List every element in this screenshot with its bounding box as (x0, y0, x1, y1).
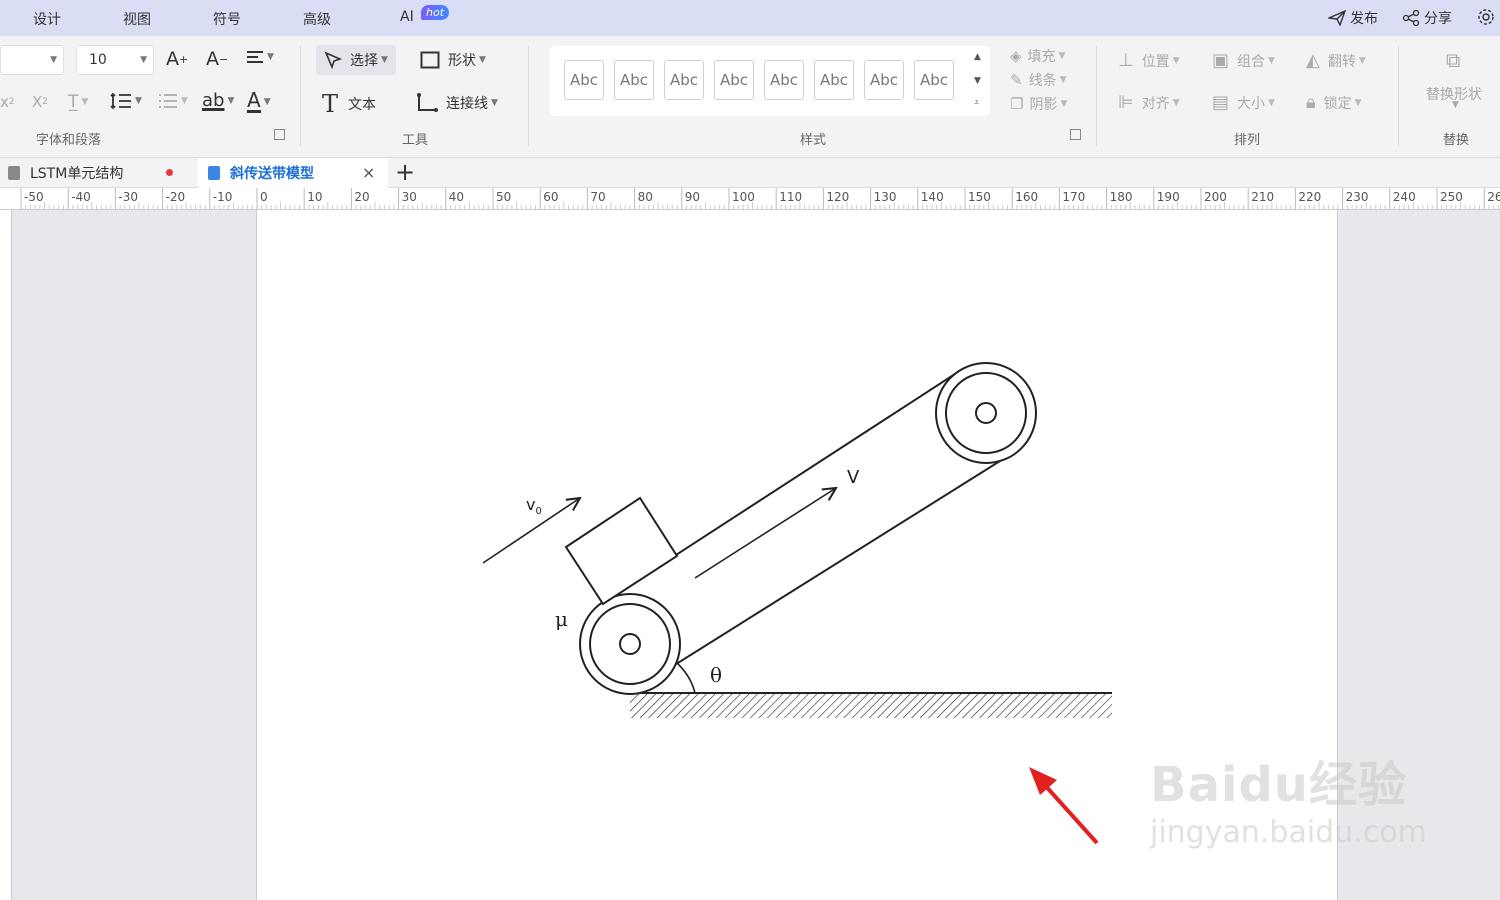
block[interactable] (564, 496, 679, 606)
v-label[interactable]: V (847, 467, 860, 488)
belt-bottom-line[interactable] (629, 455, 1009, 694)
conveyor-diagram: v0 V μ θ (482, 362, 1112, 845)
bottom-roller[interactable] (579, 593, 681, 695)
theta-label[interactable]: θ (710, 663, 722, 687)
mu-label[interactable]: μ (555, 607, 568, 631)
red-annotation-arrow (1029, 767, 1099, 845)
ground-hatch[interactable] (630, 694, 1112, 718)
v0-label[interactable]: v0 (526, 495, 542, 517)
theta-arc[interactable] (677, 663, 696, 694)
top-roller[interactable] (935, 362, 1037, 464)
v-arrow[interactable] (694, 488, 836, 579)
